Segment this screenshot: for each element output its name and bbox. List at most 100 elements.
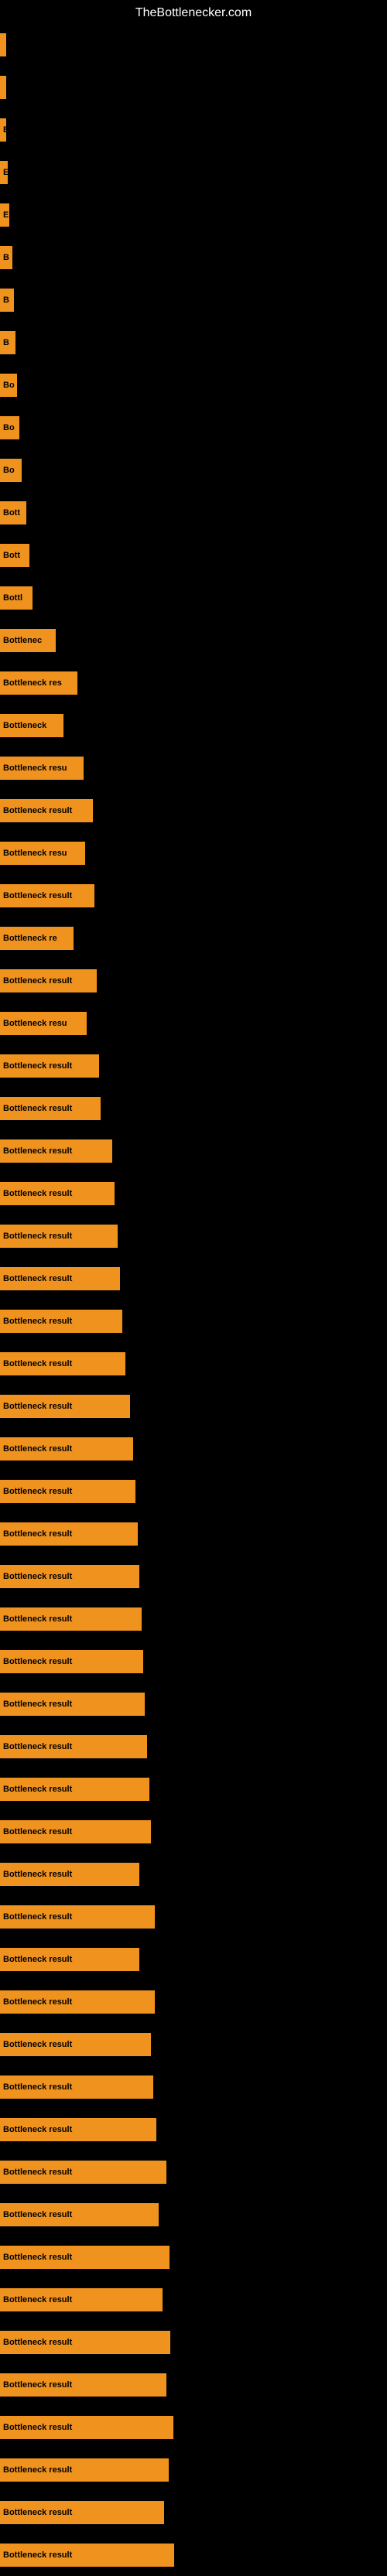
bar-row: Bottlenec xyxy=(0,619,387,661)
bar-label-28: Bottleneck result xyxy=(3,1189,72,1198)
bar-50: Bottleneck result xyxy=(0,2118,156,2141)
bar-label-59: Bottleneck result xyxy=(3,2508,72,2517)
bar-40: Bottleneck result xyxy=(0,1693,145,1716)
bar-label-47: Bottleneck result xyxy=(3,1997,72,2007)
bar-label-53: Bottleneck result xyxy=(3,2253,72,2262)
bar-label-21: Bottleneck result xyxy=(3,891,72,900)
bar-row: Bottleneck resu xyxy=(0,746,387,789)
bar-label-17: Bottleneck xyxy=(3,721,46,730)
bar-row: Bottleneck result xyxy=(0,874,387,917)
bar-row: Bottleneck result xyxy=(0,1895,387,1938)
bar-25: Bottleneck result xyxy=(0,1054,99,1078)
bar-45: Bottleneck result xyxy=(0,1905,155,1929)
bar-row: Bottleneck result xyxy=(0,1044,387,1087)
bar-row: Bottleneck result xyxy=(0,1215,387,1257)
bar-42: Bottleneck result xyxy=(0,1778,149,1801)
bar-label-16: Bottleneck res xyxy=(3,678,62,688)
bar-row: Bottleneck result xyxy=(0,1597,387,1640)
bar-37: Bottleneck result xyxy=(0,1565,139,1588)
bar-row: Bottleneck result xyxy=(0,1725,387,1768)
bar-label-34: Bottleneck result xyxy=(3,1444,72,1454)
bar-13: Bott xyxy=(0,544,29,567)
bar-row: Bottleneck result xyxy=(0,2108,387,2151)
bar-label-27: Bottleneck result xyxy=(3,1146,72,1156)
site-title: TheBottlenecker.com xyxy=(0,0,387,26)
bar-label-13: Bott xyxy=(3,551,20,560)
bar-row xyxy=(0,23,387,66)
bar-56: Bottleneck result xyxy=(0,2373,166,2397)
bar-38: Bottleneck result xyxy=(0,1607,142,1631)
bar-row: Bottleneck result xyxy=(0,1938,387,1980)
bar-row: Bottleneck result xyxy=(0,1129,387,1172)
bar-row: Bottleneck result xyxy=(0,2491,387,2533)
bar-26: Bottleneck result xyxy=(0,1097,101,1120)
bar-label-14: Bottl xyxy=(3,593,22,603)
bar-row xyxy=(0,66,387,108)
bar-label-6: B xyxy=(3,253,9,262)
bar-54: Bottleneck result xyxy=(0,2288,163,2311)
bar-label-3: E xyxy=(3,125,6,135)
bar-label-37: Bottleneck result xyxy=(3,1572,72,1581)
bar-row: Bottleneck resu xyxy=(0,832,387,874)
bar-2 xyxy=(0,76,6,99)
bar-row: Bottleneck result xyxy=(0,1172,387,1215)
bar-row: Bottleneck result xyxy=(0,2406,387,2448)
bar-row: Bottleneck result xyxy=(0,1640,387,1683)
bar-31: Bottleneck result xyxy=(0,1310,122,1333)
bar-row: Bo xyxy=(0,449,387,491)
bar-20: Bottleneck resu xyxy=(0,842,85,865)
bar-row: Bottleneck result xyxy=(0,1810,387,1853)
bar-14: Bottl xyxy=(0,586,33,610)
bar-row: Bottleneck result xyxy=(0,1768,387,1810)
bar-label-5: E xyxy=(3,210,9,220)
bar-row: Bo xyxy=(0,406,387,449)
bar-59: Bottleneck result xyxy=(0,2501,164,2524)
bar-21: Bottleneck result xyxy=(0,884,94,907)
bar-label-22: Bottleneck re xyxy=(3,934,57,943)
bar-3: E xyxy=(0,118,6,142)
bar-row: Bottleneck result xyxy=(0,1683,387,1725)
bar-label-24: Bottleneck resu xyxy=(3,1019,67,1028)
bar-row: Bottleneck result xyxy=(0,1257,387,1300)
bar-row: Bottleneck result xyxy=(0,1087,387,1129)
bar-row: Bottleneck result xyxy=(0,1470,387,1512)
bar-row: Bottleneck result xyxy=(0,2321,387,2363)
bar-row: B xyxy=(0,236,387,278)
bar-row: Bottleneck result xyxy=(0,2278,387,2321)
bar-7: B xyxy=(0,289,14,312)
bar-row: Bottleneck result xyxy=(0,1385,387,1427)
bar-row: E xyxy=(0,151,387,193)
bar-28: Bottleneck result xyxy=(0,1182,115,1205)
bar-row: Bottleneck result xyxy=(0,2065,387,2108)
bar-41: Bottleneck result xyxy=(0,1735,147,1758)
bar-row: Bottleneck result xyxy=(0,1980,387,2023)
bar-label-31: Bottleneck result xyxy=(3,1317,72,1326)
bar-label-7: B xyxy=(3,296,9,305)
bar-row: Bottleneck result xyxy=(0,1300,387,1342)
bar-row: Bottl xyxy=(0,576,387,619)
bar-label-40: Bottleneck result xyxy=(3,1700,72,1709)
bar-label-48: Bottleneck result xyxy=(3,2040,72,2049)
bar-label-33: Bottleneck result xyxy=(3,1402,72,1411)
bar-5: E xyxy=(0,203,9,227)
bar-row: Bottleneck result xyxy=(0,2193,387,2236)
bar-47: Bottleneck result xyxy=(0,1990,155,2014)
bar-24: Bottleneck resu xyxy=(0,1012,87,1035)
bar-52: Bottleneck result xyxy=(0,2203,159,2226)
bar-label-39: Bottleneck result xyxy=(3,1657,72,1666)
bar-row: Bottleneck re xyxy=(0,917,387,959)
bar-row: Bott xyxy=(0,534,387,576)
bar-label-41: Bottleneck result xyxy=(3,1742,72,1751)
bar-label-32: Bottleneck result xyxy=(3,1359,72,1368)
bar-row: Bottleneck result xyxy=(0,2363,387,2406)
bar-53: Bottleneck result xyxy=(0,2246,170,2269)
bar-label-26: Bottleneck result xyxy=(3,1104,72,1113)
bar-label-18: Bottleneck resu xyxy=(3,764,67,773)
bar-label-44: Bottleneck result xyxy=(3,1870,72,1879)
bar-label-52: Bottleneck result xyxy=(3,2210,72,2219)
bar-label-23: Bottleneck result xyxy=(3,976,72,986)
bar-label-51: Bottleneck result xyxy=(3,2168,72,2177)
bar-label-4: E xyxy=(3,168,8,177)
bar-29: Bottleneck result xyxy=(0,1225,118,1248)
bar-label-19: Bottleneck result xyxy=(3,806,72,815)
